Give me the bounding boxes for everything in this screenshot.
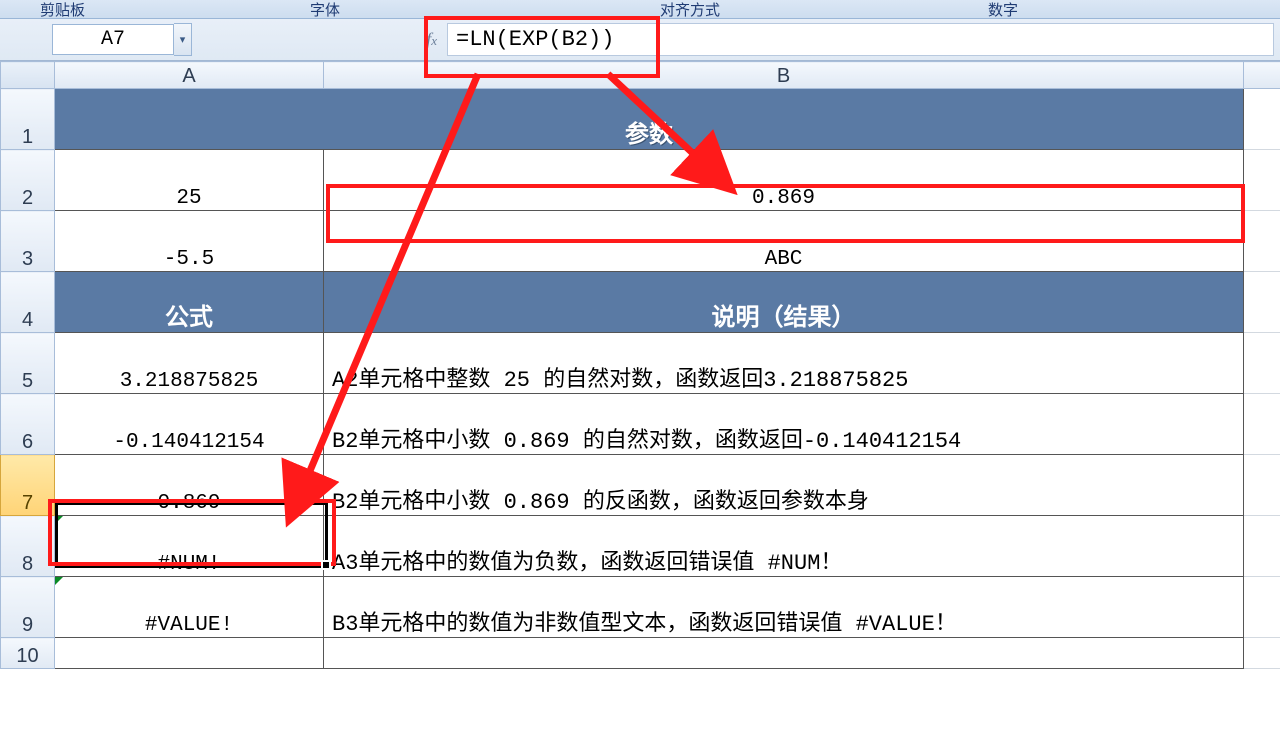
cell-C7[interactable] <box>1244 455 1280 516</box>
cell-C4[interactable] <box>1244 272 1280 333</box>
ribbon-group-number[interactable]: 数字 <box>988 0 1018 20</box>
cell-C2[interactable] <box>1244 150 1280 211</box>
cell-C10[interactable] <box>1244 638 1280 669</box>
cell-A3[interactable]: -5.5 <box>55 211 324 272</box>
row-header-3[interactable]: 3 <box>1 211 55 272</box>
cell-B9[interactable]: B3单元格中的数值为非数值型文本，函数返回错误值 #VALUE！ <box>324 577 1244 638</box>
cell-C6[interactable] <box>1244 394 1280 455</box>
row-header-1[interactable]: 1 <box>1 89 55 150</box>
ribbon-group-align[interactable]: 对齐方式 <box>660 0 720 20</box>
cell-A7[interactable]: 0.869 <box>55 455 324 516</box>
row-header-10[interactable]: 10 <box>1 638 55 669</box>
cell-C1[interactable] <box>1244 89 1280 150</box>
ribbon-strip: 剪贴板 字体 对齐方式 数字 <box>0 0 1280 19</box>
cell-B10[interactable] <box>324 638 1244 669</box>
row-header-5[interactable]: 5 <box>1 333 55 394</box>
cell-C9[interactable] <box>1244 577 1280 638</box>
col-header-B[interactable]: B <box>324 62 1244 89</box>
select-all-corner[interactable] <box>1 62 55 89</box>
cell-A5[interactable]: 3.218875825 <box>55 333 324 394</box>
cell-C5[interactable] <box>1244 333 1280 394</box>
cell-B7[interactable]: B2单元格中小数 0.869 的反函数，函数返回参数本身 <box>324 455 1244 516</box>
cell-B5[interactable]: A2单元格中整数 25 的自然对数，函数返回3.218875825 <box>324 333 1244 394</box>
name-box-dropdown[interactable]: ▾ <box>174 23 192 56</box>
cell-B2[interactable]: 0.869 <box>324 150 1244 211</box>
cell-B6[interactable]: B2单元格中小数 0.869 的自然对数，函数返回-0.140412154 <box>324 394 1244 455</box>
row-header-9[interactable]: 9 <box>1 577 55 638</box>
cell-C3[interactable] <box>1244 211 1280 272</box>
row-header-7[interactable]: 7 <box>1 455 55 516</box>
col-header-c[interactable] <box>1244 62 1280 89</box>
chevron-down-icon: ▾ <box>180 33 186 46</box>
ribbon-group-clipboard[interactable]: 剪贴板 <box>40 0 85 20</box>
row-header-8[interactable]: 8 <box>1 516 55 577</box>
row-header-4[interactable]: 4 <box>1 272 55 333</box>
cell-B3[interactable]: ABC <box>324 211 1244 272</box>
cell-C8[interactable] <box>1244 516 1280 577</box>
cell-A4[interactable]: 公式 <box>55 272 324 333</box>
cell-B4[interactable]: 说明（结果） <box>324 272 1244 333</box>
cell-A6[interactable]: -0.140412154 <box>55 394 324 455</box>
worksheet[interactable]: AB1参数2250.8693-5.5ABC4公式说明（结果）53.2188758… <box>0 61 1280 669</box>
cell-A8[interactable]: #NUM! <box>55 516 324 577</box>
col-header-A[interactable]: A <box>55 62 324 89</box>
name-box-value: A7 <box>101 28 125 51</box>
fx-icon[interactable]: fx <box>426 29 437 50</box>
name-box[interactable]: A7 <box>52 24 174 55</box>
cell-A2[interactable]: 25 <box>55 150 324 211</box>
formula-input[interactable] <box>448 23 1273 56</box>
row-header-2[interactable]: 2 <box>1 150 55 211</box>
cell-A10[interactable] <box>55 638 324 669</box>
cell-A9[interactable]: #VALUE! <box>55 577 324 638</box>
formula-bar: A7 ▾ fx <box>0 19 1280 61</box>
row-header-6[interactable]: 6 <box>1 394 55 455</box>
cell-B8[interactable]: A3单元格中的数值为负数，函数返回错误值 #NUM！ <box>324 516 1244 577</box>
ribbon-group-font[interactable]: 字体 <box>310 0 340 20</box>
cell-merged-header[interactable]: 参数 <box>55 89 1244 150</box>
